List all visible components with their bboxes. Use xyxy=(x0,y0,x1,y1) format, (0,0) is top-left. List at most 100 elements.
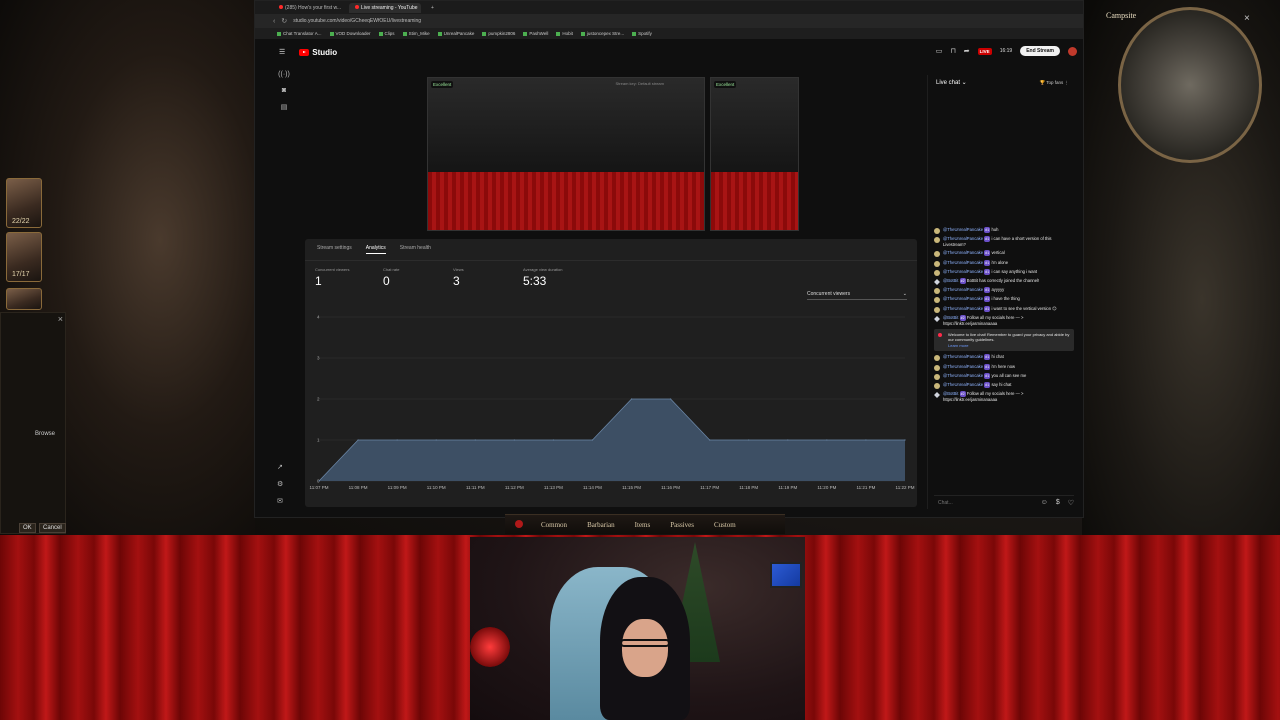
chat-message: @TheUnrealPancake #1 i want to see the v… xyxy=(934,305,1074,313)
avatar[interactable] xyxy=(934,288,940,295)
party-portrait-3[interactable] xyxy=(6,288,42,310)
bookmark[interactable]: pumpkin2806 xyxy=(482,31,515,36)
chat-author[interactable]: @TheUnrealPancake xyxy=(943,373,983,378)
avatar[interactable] xyxy=(934,251,940,258)
chat-author[interactable]: @TheUnrealPancake xyxy=(943,364,983,369)
chat-author[interactable]: @TheUnrealPancake xyxy=(943,260,983,265)
external-link-icon[interactable]: ↗ xyxy=(277,463,283,471)
ok-button[interactable]: OK xyxy=(19,523,36,533)
currency-icon[interactable]: $ xyxy=(1056,499,1060,507)
chat-author[interactable]: @BotBit xyxy=(943,278,958,283)
bookmark[interactable]: justoncepex Stre... xyxy=(581,31,624,36)
data-point[interactable] xyxy=(513,439,515,441)
data-point[interactable] xyxy=(748,439,750,441)
manage-icon[interactable]: ▤ xyxy=(281,103,288,111)
data-point[interactable] xyxy=(670,398,672,400)
data-point[interactable] xyxy=(396,439,398,441)
chat-author[interactable]: @TheUnrealPancake xyxy=(943,296,983,301)
avatar[interactable] xyxy=(934,382,940,389)
chat-author[interactable]: @TheUnrealPancake xyxy=(943,354,983,359)
reload-icon[interactable]: ↻ xyxy=(281,17,287,25)
captions-icon[interactable]: ▭ xyxy=(936,47,943,55)
avatar[interactable] xyxy=(934,269,940,276)
bookmark[interactable]: Stim_Mike xyxy=(403,31,430,36)
bookmark[interactable]: PashWell xyxy=(523,31,548,36)
browser-tab[interactable]: (285) How's your first w... xyxy=(273,3,345,13)
emoji-icon[interactable]: ☺ xyxy=(1041,499,1048,507)
data-point[interactable] xyxy=(630,398,633,400)
avatar[interactable] xyxy=(934,373,940,380)
data-point[interactable] xyxy=(474,439,476,441)
hotbar-tab[interactable]: Barbarian xyxy=(587,521,615,529)
menu-icon[interactable]: ☰ xyxy=(279,48,285,56)
chat-author[interactable]: @TheUnrealPancake xyxy=(943,236,983,241)
bot-diamond-icon[interactable] xyxy=(934,278,940,285)
bot-diamond-icon[interactable] xyxy=(934,392,940,399)
chat-author[interactable]: @TheUnrealPancake xyxy=(943,287,983,292)
close-icon[interactable]: × xyxy=(1244,13,1250,24)
chat-message: @BotBit #2 Follow all my socials here — … xyxy=(934,314,1074,327)
hotbar-tab[interactable]: Custom xyxy=(714,521,736,529)
hotbar-tab[interactable]: Items xyxy=(635,521,651,529)
avatar[interactable] xyxy=(934,228,940,234)
end-stream-button[interactable]: End Stream xyxy=(1020,46,1060,56)
avatar[interactable] xyxy=(1068,46,1077,56)
stream-key-label[interactable]: Stream key: Default stream xyxy=(616,81,664,86)
avatar[interactable] xyxy=(934,297,940,304)
avatar[interactable] xyxy=(934,364,940,371)
data-point[interactable] xyxy=(435,439,437,441)
minimap[interactable] xyxy=(1118,7,1262,163)
chat-author[interactable]: @BotBit xyxy=(943,391,958,396)
bot-diamond-icon[interactable] xyxy=(934,315,940,322)
avatar[interactable] xyxy=(934,355,940,362)
feedback-icon[interactable]: ✉ xyxy=(277,497,283,505)
bookmark[interactable]: Spotify xyxy=(632,31,652,36)
data-point[interactable] xyxy=(865,439,867,441)
chat-author[interactable]: @TheUnrealPancake xyxy=(943,227,983,232)
chat-author[interactable]: @TheUnrealPancake xyxy=(943,382,983,387)
chat-input[interactable]: Chat... xyxy=(934,500,953,506)
cancel-button[interactable]: Cancel xyxy=(39,523,66,533)
bookmark[interactable]: Clips xyxy=(379,31,395,36)
heart-icon[interactable]: ♡ xyxy=(1068,499,1074,507)
new-tab-button[interactable]: + xyxy=(425,3,440,13)
camera-icon[interactable]: ◙ xyxy=(282,87,286,94)
bookmark[interactable]: Chat Translator A... xyxy=(277,31,322,36)
data-point[interactable] xyxy=(318,480,320,482)
learn-more-link[interactable]: Learn more xyxy=(948,343,1070,349)
address-bar: ‹ ↻ studio.youtube.com/video/GCheeqEWfOE… xyxy=(255,14,1083,28)
browser-tab-active[interactable]: Live streaming - YouTube xyxy=(349,2,421,13)
bookmark[interactable]: VOD Downloader xyxy=(330,31,371,36)
bookmark-icon[interactable]: ⊓ xyxy=(950,47,955,55)
hotbar-tab[interactable]: Common xyxy=(541,521,567,529)
data-point[interactable] xyxy=(826,439,828,441)
bookmark[interactable]: UnrealPancake xyxy=(438,31,475,36)
url-field[interactable]: studio.youtube.com/video/GCheeqEWfOEU/li… xyxy=(293,18,421,24)
data-point[interactable] xyxy=(357,439,359,441)
data-point[interactable] xyxy=(709,439,711,441)
avatar[interactable] xyxy=(934,260,940,267)
close-icon[interactable]: × xyxy=(58,314,63,324)
browse-button[interactable]: Browse xyxy=(35,431,55,437)
avatar[interactable] xyxy=(934,237,940,244)
share-icon[interactable]: ➦ xyxy=(964,47,970,55)
data-point[interactable] xyxy=(904,439,906,441)
chat-author[interactable]: @TheUnrealPancake xyxy=(943,250,983,255)
chat-author[interactable]: @TheUnrealPancake xyxy=(943,306,983,311)
data-point[interactable] xyxy=(552,439,554,441)
stream-preview-main[interactable]: Excellent Stream key: Default stream xyxy=(427,77,705,231)
top-fans-button[interactable]: 🏆 Top fans ⋮ xyxy=(1039,80,1069,86)
hotbar-tab[interactable]: Passives xyxy=(670,521,694,529)
chat-author[interactable]: @BotBit xyxy=(943,315,958,320)
avatar[interactable] xyxy=(934,306,940,313)
data-point[interactable] xyxy=(787,439,789,441)
settings-icon[interactable]: ⚙ xyxy=(277,480,283,488)
data-point[interactable] xyxy=(591,439,594,441)
bookmark[interactable]: Hobit xyxy=(556,31,573,36)
studio-logo[interactable]: Studio xyxy=(299,48,337,57)
chat-author[interactable]: @TheUnrealPancake xyxy=(943,269,983,274)
chat-title[interactable]: Live chat ⌄ xyxy=(936,79,967,86)
stream-icon[interactable]: ((·)) xyxy=(278,71,290,78)
stream-preview-vertical[interactable]: Excellent xyxy=(710,77,799,231)
back-icon[interactable]: ‹ xyxy=(273,18,275,25)
